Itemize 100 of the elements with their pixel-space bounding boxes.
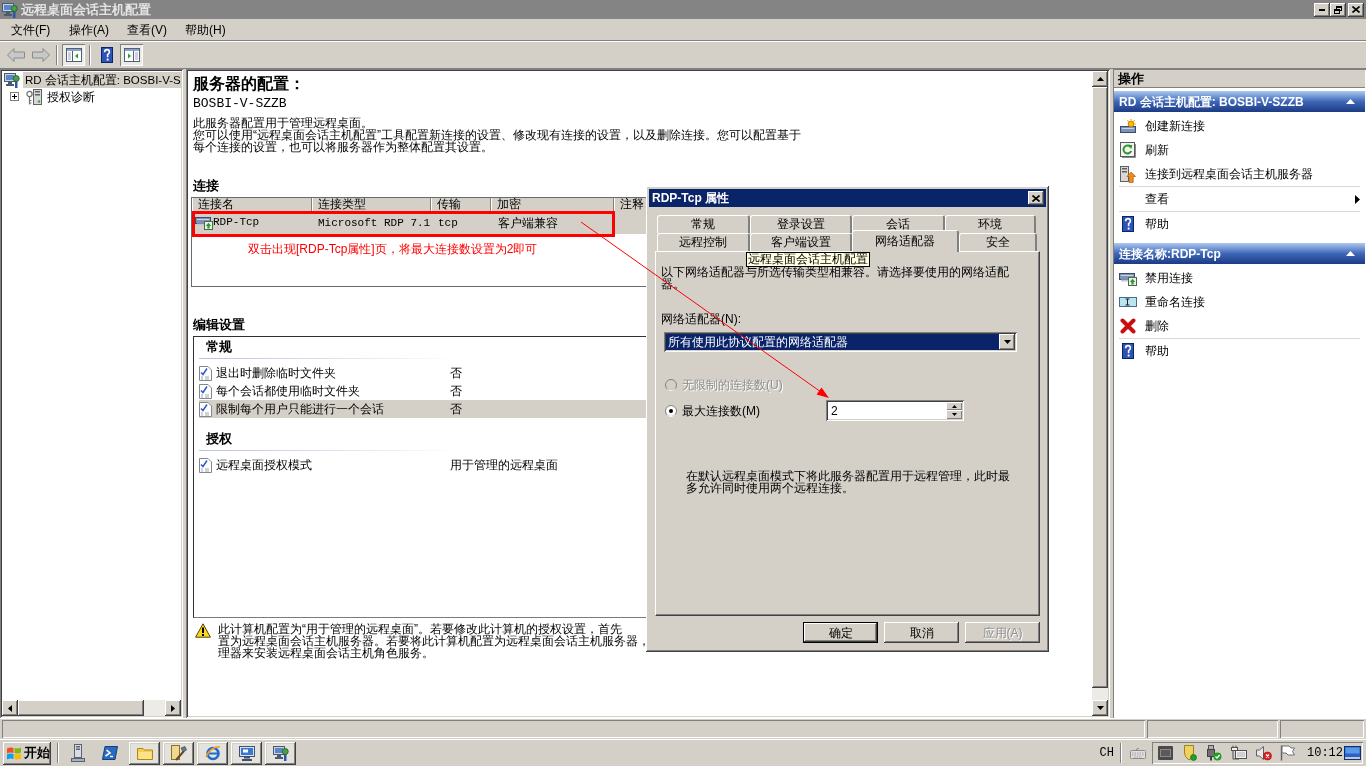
folder-icon bbox=[136, 746, 153, 760]
forward-arrow-icon bbox=[31, 48, 50, 62]
server-arrow-icon bbox=[1120, 165, 1136, 183]
submenu-item[interactable]: 查看 bbox=[1119, 187, 1360, 211]
tree-item[interactable]: 授权诊断 bbox=[45, 88, 97, 105]
action-item[interactable]: 帮助 bbox=[1119, 339, 1360, 363]
tab[interactable]: 网络适配器 bbox=[852, 230, 959, 252]
settings-row[interactable]: 远程桌面授权模式 用于管理的远程桌面 bbox=[199, 456, 660, 474]
tab[interactable]: 远程控制 bbox=[657, 233, 750, 251]
help-icon bbox=[1122, 343, 1134, 359]
dropdown-arrow-button[interactable] bbox=[999, 334, 1015, 350]
tab[interactable]: 环境 bbox=[945, 215, 1036, 233]
action-item[interactable]: 刷新 bbox=[1119, 138, 1360, 162]
field-label: 网络适配器(N): bbox=[661, 313, 741, 325]
language-indicator[interactable]: CH bbox=[1099, 744, 1114, 762]
close-button[interactable] bbox=[1028, 191, 1044, 205]
setting-name: 限制每个用户只能进行一个会话 bbox=[216, 401, 385, 418]
submenu-arrow-icon bbox=[1355, 194, 1360, 204]
action-item[interactable]: 帮助 bbox=[1119, 212, 1360, 236]
clock[interactable]: 10:12 bbox=[1307, 744, 1343, 762]
checklist-icon bbox=[199, 365, 212, 381]
network-card-icon bbox=[195, 215, 213, 230]
taskbar-button[interactable] bbox=[197, 741, 228, 765]
help-icon bbox=[100, 47, 113, 63]
computer-tool-icon bbox=[4, 71, 20, 88]
key-server-icon bbox=[26, 88, 42, 105]
taskbar-button[interactable] bbox=[163, 741, 194, 765]
arrow-right-icon bbox=[171, 704, 175, 712]
summary-text: 此服务器配置用于管理远程桌面。 bbox=[193, 117, 373, 129]
settings-row[interactable]: 退出时删除临时文件夹 否 bbox=[199, 364, 660, 382]
menu-item[interactable]: 帮助(H) bbox=[178, 19, 236, 40]
checklist-icon bbox=[199, 401, 212, 417]
show-action-pane-button[interactable] bbox=[120, 44, 143, 66]
column-header[interactable]: 传输 bbox=[431, 198, 491, 211]
tree-pane-icon bbox=[65, 48, 82, 62]
action-item[interactable]: 连接到远程桌面会话主机服务器 bbox=[1119, 162, 1360, 186]
table-cell-text: RDP-Tcp bbox=[213, 215, 260, 231]
flag-icon bbox=[1280, 745, 1295, 761]
arrow-down-icon bbox=[1096, 706, 1104, 710]
minimize-icon bbox=[1319, 8, 1325, 11]
scroll-up-button[interactable] bbox=[1092, 71, 1108, 87]
scrollbar-thumb[interactable] bbox=[18, 700, 144, 716]
tab[interactable]: 安全 bbox=[959, 233, 1037, 251]
horizontal-scrollbar[interactable] bbox=[2, 700, 181, 716]
action-item[interactable]: 禁用连接 bbox=[1119, 266, 1360, 290]
start-button[interactable]: 开始 bbox=[3, 741, 51, 765]
radio-label: 最大连接数(M) bbox=[682, 402, 761, 420]
section-heading: 编辑设置 bbox=[193, 317, 245, 332]
radio-button[interactable] bbox=[665, 404, 677, 417]
column-header[interactable]: 连接名 bbox=[192, 198, 312, 211]
scroll-right-button[interactable] bbox=[165, 700, 181, 716]
tree-item[interactable]: RD 会话主机配置: BOSBI-V-S bbox=[23, 71, 181, 88]
close-icon bbox=[1032, 194, 1040, 202]
number-field[interactable]: 2 bbox=[826, 400, 964, 421]
column-header[interactable]: 加密 bbox=[491, 198, 614, 211]
setting-value: 否 bbox=[450, 401, 462, 418]
menu-item[interactable]: 查看(V) bbox=[120, 19, 178, 40]
section-header[interactable]: 连接名称:RDP-Tcp bbox=[1114, 243, 1365, 264]
menu-item[interactable]: 操作(A) bbox=[62, 19, 120, 40]
action-item[interactable]: 删除 bbox=[1119, 314, 1360, 338]
actions-header: 操作 bbox=[1114, 70, 1365, 88]
taskbar-button[interactable] bbox=[231, 741, 262, 765]
checklist-icon bbox=[199, 383, 212, 399]
tab[interactable]: 常规 bbox=[657, 215, 750, 233]
section-header[interactable]: RD 会话主机配置: BOSBI-V-SZZB bbox=[1114, 91, 1365, 112]
column-header[interactable]: 连接类型 bbox=[312, 198, 431, 211]
dropdown[interactable]: 所有使用此协议配置的网络适配器 bbox=[664, 332, 1017, 352]
action-item[interactable]: 创建新连接 bbox=[1119, 114, 1360, 138]
dialog-button[interactable]: 取消 bbox=[884, 622, 959, 643]
setting-name: 远程桌面授权模式 bbox=[216, 457, 313, 474]
close-button[interactable] bbox=[1348, 2, 1364, 17]
expand-icon[interactable] bbox=[10, 92, 19, 101]
scroll-down-button[interactable] bbox=[1092, 700, 1108, 716]
shield-icon bbox=[1184, 745, 1197, 761]
spin-up-button[interactable] bbox=[946, 402, 962, 410]
action-item[interactable]: 重命名连接 bbox=[1119, 290, 1360, 314]
tooltip: 远程桌面会话主机配置 bbox=[746, 252, 870, 267]
monitor-icon bbox=[238, 745, 255, 761]
server-name: BOSBI-V-SZZB bbox=[193, 97, 287, 111]
quick-launch-button[interactable] bbox=[101, 743, 119, 763]
quick-launch-button[interactable] bbox=[69, 743, 87, 763]
server-hammer-icon bbox=[170, 745, 187, 761]
taskbar-button[interactable] bbox=[265, 741, 296, 765]
menu-item[interactable]: 文件(F) bbox=[4, 19, 62, 40]
show-tree-button[interactable] bbox=[62, 44, 85, 66]
description-text: 您可以使用“远程桌面会话主机配置”工具配置新连接的设置、修改现有连接的设置，以及删除连接。您可以配置基于 每个连接的设置，也可以将服务器作为整体配置其设置。 bbox=[193, 129, 801, 153]
scroll-left-button[interactable] bbox=[2, 700, 18, 716]
keyboard-icon bbox=[1129, 747, 1146, 759]
restore-button[interactable] bbox=[1330, 2, 1346, 17]
settings-row[interactable]: 每个会话都使用临时文件夹 否 bbox=[199, 382, 660, 400]
tab[interactable]: 登录设置 bbox=[750, 215, 852, 233]
taskbar-button[interactable] bbox=[129, 741, 160, 765]
minimize-button[interactable] bbox=[1314, 2, 1330, 17]
group-heading: 常规 bbox=[206, 339, 232, 355]
spin-down-button[interactable] bbox=[946, 410, 962, 419]
dialog-button[interactable]: 确定 bbox=[803, 622, 878, 643]
tab[interactable]: 客户端设置 bbox=[750, 233, 852, 251]
plug-check-icon bbox=[1206, 745, 1222, 761]
radio-label: 无限制的连接数(U) bbox=[682, 377, 784, 394]
dialog-note: 在默认远程桌面模式下将此服务器配置用于远程管理，此时最 多允许同时使用两个远程连接。 bbox=[686, 470, 1010, 494]
